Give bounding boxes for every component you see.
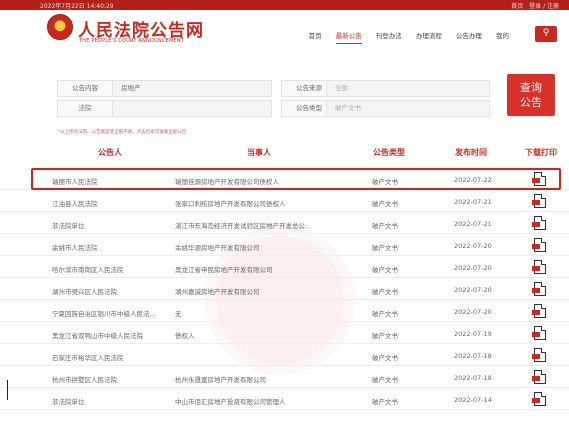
national-emblem-icon [47,14,73,40]
row-type: 破产文书 [372,266,398,274]
pdf-download-icon[interactable] [532,326,546,340]
row-party: 湖州嘉诚房地产开发有限公司 [175,288,260,296]
row-announcer[interactable]: 杭州市拱墅区人民法院 [52,374,170,384]
row-date: 2022-07-21 [454,220,492,228]
row-type: 破产文书 [372,244,398,252]
row-date: 2022-07-20 [454,286,492,294]
source-select[interactable]: 全部 [326,80,490,97]
table-row[interactable]: 黑龙江省双鸭山市中级人民法院 债权人 破产文书 2022-07-19 [0,322,569,344]
top-bar: 2022年7月22日 14:40:29 首页 登录 / 注册 [0,0,569,10]
row-type: 破产文书 [372,376,398,384]
col-download: 下载打印 [525,148,557,157]
selected-row-highlight [31,168,561,190]
col-announcer: 公告人 [98,148,122,157]
col-party: 当事人 [247,148,271,157]
site-subtitle: THE PEOPLE'S COURT ANNOUNCEMENT [79,38,184,44]
pdf-download-icon[interactable] [532,260,546,274]
main-nav: 首页 最新公告 刊登办法 办理流程 公告办理 我的 [297,30,509,44]
row-date: 2022-07-20 [454,308,492,316]
row-announcer[interactable]: 余姚市人民法院 [52,242,170,252]
row-party: 湛江市东海岛经济开发试验区房地产开发总公... [175,222,312,230]
row-type: 破产文书 [372,354,398,362]
pdf-download-icon[interactable] [532,238,546,252]
query-announcement-button[interactable]: 查询 公告 [507,74,555,116]
text-cursor [7,380,8,400]
content-input[interactable]: 房地产 [112,80,272,97]
table-row[interactable]: 江油县人民法院 张家口利纺房地产开发有限公司债权人 破产文书 2022-07-2… [0,190,569,212]
col-type: 公告类型 [373,148,405,157]
row-party: 张家口利纺房地产开发有限公司债权人 [175,200,286,208]
row-announcer[interactable]: 非法院单位 [52,220,170,230]
login-register-link[interactable]: 登录 / 注册 [529,3,559,10]
table-row[interactable]: 非法院单位 湛江市东海岛经济开发试验区房地产开发总公... 破产文书 2022-… [0,212,569,234]
row-announcer[interactable]: 宁夏回族自治区银川市中级人民法... [52,308,170,318]
row-announcer[interactable]: 石家庄市裕华区人民法院 [52,352,170,362]
row-party: 无 [175,310,182,318]
row-announcer[interactable]: 黑龙江省双鸭山市中级人民法院 [52,330,170,340]
content-label: 公告内容 [57,80,113,97]
type-select[interactable]: 破产文书 [326,100,490,117]
row-party: 债权人 [175,332,195,340]
search-icon: ⚲ [542,28,550,38]
table-row[interactable]: 杭州市拱墅区人民法院 杭州永晟富房地产开发有限公司 破产文书 2022-07-1… [0,366,569,388]
row-date: 2022-07-18 [454,374,492,382]
search-button[interactable]: ⚲ [535,26,557,42]
pdf-download-icon[interactable] [532,370,546,384]
row-type: 破产文书 [372,398,398,406]
row-party: 中山市佰汇房地产投资有限公司管理人 [175,398,286,406]
nav-latest-announcements[interactable]: 最新公告 [335,30,362,44]
row-party: 杭州永晟富房地产开发有限公司 [175,376,266,384]
table-row[interactable]: 宁夏回族自治区银川市中级人民法... 无 破产文书 2022-07-20 [0,300,569,322]
table-row[interactable]: 哈尔滨市南岗区人民法院 黑龙江省申民房地产开发有限公司 破产文书 2022-07… [0,256,569,278]
nav-process[interactable]: 办理流程 [416,30,442,40]
pdf-download-icon[interactable] [532,194,546,208]
pdf-download-icon[interactable] [532,216,546,230]
court-input[interactable] [112,100,272,117]
query-button-label: 查询 公告 [520,81,542,109]
table-row[interactable]: 湖州市吴兴区人民法院 湖州嘉诚房地产开发有限公司 破产文书 2022-07-20 [0,278,569,300]
row-type: 破产文书 [372,288,398,296]
row-date: 2022-07-20 [454,242,492,250]
top-link-home[interactable]: 首页 [511,3,523,10]
row-party: 余姚华源房地产开发有限公司 [175,244,260,252]
court-label: 法院 [57,100,113,117]
row-party: 黑龙江省申民房地产开发有限公司 [175,266,273,274]
table-header: 公告人 当事人 公告类型 发布时间 下载打印 [0,140,569,162]
search-hint: *以上所有法院、公告类型等全部不限，点击检索可查看全部公告 [58,130,187,135]
row-announcer[interactable]: 江油县人民法院 [52,198,170,208]
site-header: 人民法院公告网 THE PEOPLE'S COURT ANNOUNCEMENT … [0,10,569,50]
nav-publish-method[interactable]: 刊登办法 [376,30,402,40]
row-date: 2022-07-18 [454,352,492,360]
pdf-download-icon[interactable] [532,282,546,296]
table-row[interactable]: 非法院单位 中山市佰汇房地产投资有限公司管理人 破产文书 2022-07-14 [0,388,569,410]
col-date: 发布时间 [455,148,487,157]
row-type: 破产文书 [372,332,398,340]
nav-mine[interactable]: 我的 [496,30,509,40]
current-datetime: 2022年7月22日 14:40:29 [40,3,114,10]
row-date: 2022-07-21 [454,198,492,206]
row-date: 2022-07-14 [454,396,492,404]
row-date: 2022-07-20 [454,264,492,272]
table-row[interactable]: 余姚市人民法院 余姚华源房地产开发有限公司 破产文书 2022-07-20 [0,234,569,256]
row-type: 破产文书 [372,200,398,208]
pdf-download-icon[interactable] [532,392,546,406]
nav-announcement-handling[interactable]: 公告办理 [456,30,482,40]
row-announcer[interactable]: 非法院单位 [52,396,170,406]
row-announcer[interactable]: 哈尔滨市南岗区人民法院 [52,264,170,274]
pdf-download-icon[interactable] [532,348,546,362]
row-date: 2022-07-19 [454,330,492,338]
row-type: 破产文书 [372,310,398,318]
row-announcer[interactable]: 湖州市吴兴区人民法院 [52,286,170,296]
pdf-download-icon[interactable] [532,304,546,318]
nav-home[interactable]: 首页 [309,30,322,40]
table-row[interactable]: 石家庄市裕华区人民法院 破产文书 2022-07-18 [0,344,569,366]
row-type: 破产文书 [372,222,398,230]
top-links: 首页 登录 / 注册 [507,1,559,10]
